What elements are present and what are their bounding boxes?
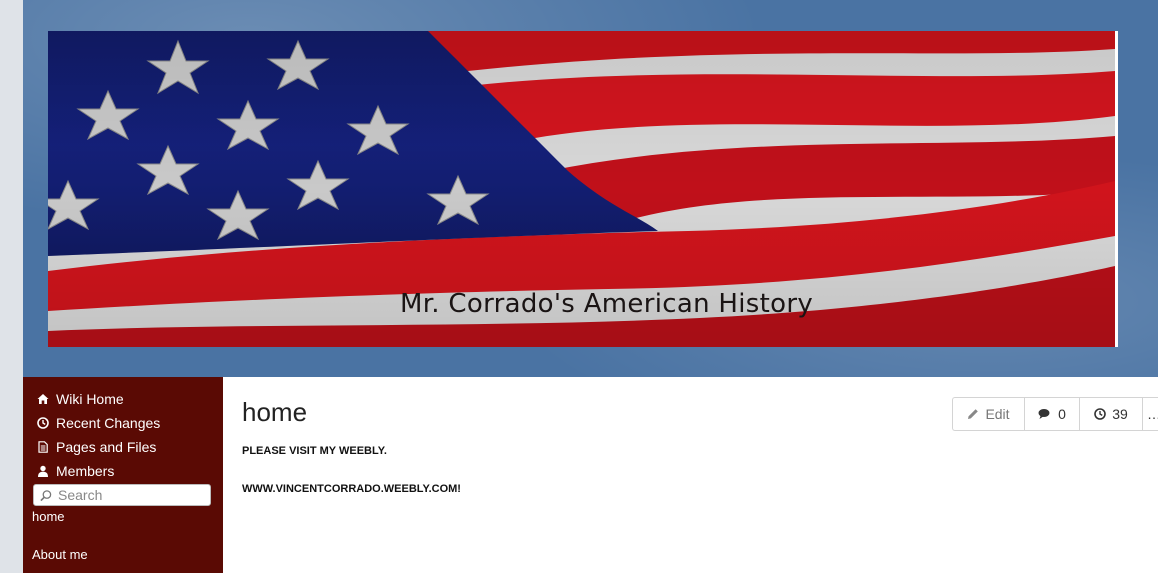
user-icon <box>38 465 48 477</box>
pencil-icon <box>968 409 979 419</box>
sidebar: Wiki Home Recent Changes Pages and Files… <box>23 377 223 573</box>
window-left-edge <box>0 0 24 573</box>
history-count: 39 <box>1112 406 1128 422</box>
search-input[interactable] <box>56 486 210 504</box>
comments-button[interactable]: 0 <box>1025 398 1080 430</box>
content-text: PLEASE VISIT MY WEEBLY. <box>242 445 387 457</box>
clock-icon <box>37 417 49 429</box>
more-button[interactable]: … <box>1143 398 1158 430</box>
clock-icon <box>1094 408 1107 420</box>
search-field[interactable] <box>33 484 211 506</box>
document-icon <box>38 441 48 453</box>
sidebar-item-label: Recent Changes <box>56 415 161 431</box>
sidebar-link-about-me[interactable]: About me <box>32 547 88 562</box>
comments-count: 0 <box>1058 406 1066 422</box>
sidebar-item-label: Wiki Home <box>56 391 124 407</box>
sidebar-item-label: Members <box>56 463 115 479</box>
home-icon <box>37 394 49 404</box>
header-banner-image: Mr. Corrado's American History <box>48 31 1118 347</box>
main-content: home PLEASE VISIT MY WEEBLY. WWW.VINCENT… <box>223 377 1158 573</box>
search-icon <box>40 489 52 501</box>
banner-title: Mr. Corrado's American History <box>399 289 814 319</box>
edit-label: Edit <box>985 406 1010 422</box>
sidebar-item-wiki-home[interactable]: Wiki Home <box>37 391 124 407</box>
sidebar-link-home[interactable]: home <box>32 509 65 524</box>
sidebar-item-label: Pages and Files <box>56 439 157 455</box>
comments-icon <box>1038 409 1050 419</box>
history-button[interactable]: 39 <box>1080 398 1143 430</box>
edit-button[interactable]: Edit <box>953 398 1025 430</box>
sidebar-item-members[interactable]: Members <box>37 463 114 479</box>
sidebar-item-pages-and-files[interactable]: Pages and Files <box>37 439 156 455</box>
content-text: WWW.VINCENTCORRADO.WEEBLY.COM! <box>242 483 461 495</box>
page-title: home <box>242 397 308 427</box>
more-label: … <box>1147 406 1158 422</box>
sidebar-item-recent-changes[interactable]: Recent Changes <box>37 415 160 431</box>
page-toolbar: Edit 0 39 … <box>952 397 1158 431</box>
